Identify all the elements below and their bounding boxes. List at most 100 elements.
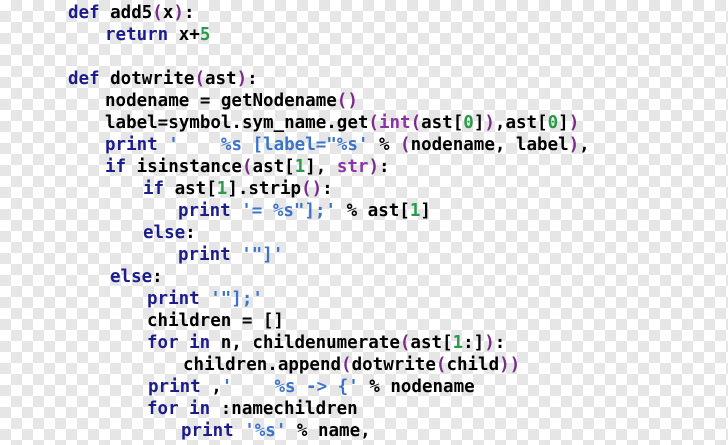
code-token: print: [178, 245, 231, 265]
code-token: '"];': [199, 289, 263, 309]
code-token: '%s': [233, 421, 297, 441]
code-line: label=symbol.sym_name.get(int(ast[0]),as…: [105, 112, 579, 134]
code-line: for in :namechildren: [147, 398, 358, 420]
code-token: (: [410, 113, 422, 133]
code-token: :: [247, 69, 258, 89]
code-token: ast[: [421, 113, 464, 133]
code-line: def add5(x):: [68, 2, 194, 24]
code-token: :: [494, 333, 506, 353]
code-token: '= %s"];': [230, 201, 347, 221]
code-token: in: [178, 399, 211, 419]
code-token: print: [148, 377, 201, 397]
code-token: 1: [216, 179, 228, 199]
code-token: ' %s -> {': [221, 377, 370, 397]
code-token: (): [336, 91, 358, 111]
code-token: ): [236, 69, 248, 89]
code-token: ): [173, 3, 184, 23]
code-token: :]: [463, 333, 485, 353]
code-token: ]: [420, 201, 431, 221]
code-token: (: [400, 135, 411, 155]
code-token: :: [152, 267, 163, 287]
code-token: ,ast[: [494, 113, 548, 133]
code-line: print '%s' % name,: [181, 420, 371, 442]
code-token: x: [162, 3, 174, 23]
code-token: 5: [199, 25, 211, 45]
code-token: ast[: [410, 333, 453, 353]
code-token: print: [178, 201, 231, 221]
code-token: (: [241, 157, 253, 177]
code-line: children = []: [147, 310, 284, 332]
code-token: print: [181, 421, 234, 441]
code-token: children = []: [147, 311, 284, 331]
code-token: nodename = getNodename: [105, 91, 337, 111]
code-token: if: [143, 179, 165, 199]
code-line: children.append(dotwrite(child)): [183, 354, 520, 376]
code-token: :: [183, 3, 195, 23]
code-token: ' %s [label="%s': [157, 135, 379, 155]
code-token: dotwrite: [99, 69, 195, 89]
code-token: '"]': [230, 245, 284, 265]
code-token: for: [147, 333, 179, 353]
code-token: isinstance: [126, 157, 242, 177]
code-token: ,: [579, 135, 590, 155]
code-token: :: [322, 179, 333, 199]
code-line: print '= %s"];' % ast[1]: [178, 200, 431, 222]
code-token: if: [105, 157, 127, 177]
code-token: )): [499, 355, 521, 375]
code-token: return: [105, 25, 169, 45]
code-token: ): [368, 157, 379, 177]
code-token: 0: [463, 113, 474, 133]
code-token: ): [484, 113, 495, 133]
code-token: ast[: [252, 157, 295, 177]
code-token: str: [336, 157, 369, 177]
code-line: for in n, childenumerate(ast[1:]):: [147, 332, 505, 354]
code-token: in: [178, 333, 211, 353]
code-line: nodename = getNodename(): [105, 90, 358, 112]
code-line: print ' %s [label="%s' % (nodename, labe…: [105, 134, 590, 156]
code-token: for: [147, 399, 179, 419]
code-token: ]: [473, 113, 485, 133]
code-token: ): [568, 135, 580, 155]
code-token: def: [68, 3, 100, 23]
code-line: else:: [143, 222, 196, 244]
code-token: %: [378, 135, 401, 155]
code-token: int: [378, 113, 411, 133]
code-token: :: [185, 223, 196, 243]
code-line: print ,' %s -> {' % nodename: [148, 376, 475, 398]
code-token: (: [435, 355, 447, 375]
code-token: 1: [409, 201, 421, 221]
code-listing: def add5(x): return x+5 def dotwrite(ast):…: [0, 0, 728, 445]
code-token: ]: [558, 113, 569, 133]
code-line: if ast[1].strip():: [143, 178, 333, 200]
code-token: (): [301, 179, 323, 199]
code-token: % name,: [296, 421, 371, 441]
code-token: ,: [200, 377, 222, 397]
code-token: ].strip: [227, 179, 302, 199]
code-line: if isinstance(ast[1], str):: [105, 156, 390, 178]
code-token: (: [368, 113, 379, 133]
code-token: else: [110, 267, 153, 287]
code-token: (: [399, 333, 411, 353]
code-token: else: [143, 223, 186, 243]
code-token: :namechildren: [210, 399, 358, 419]
code-token: child: [446, 355, 500, 375]
code-token: ast: [204, 69, 237, 89]
code-line: def dotwrite(ast):: [68, 68, 258, 90]
code-token: (: [152, 3, 163, 23]
code-token: 1: [452, 333, 464, 353]
code-line: return x+5: [105, 24, 210, 46]
code-token: ],: [305, 157, 337, 177]
code-token: children.append: [183, 355, 342, 375]
code-token: ast[: [164, 179, 217, 199]
code-token: ): [484, 333, 495, 353]
code-token: 0: [547, 113, 559, 133]
code-token: print: [147, 289, 200, 309]
code-token: print: [105, 135, 158, 155]
code-token: :: [379, 157, 390, 177]
code-token: dotwrite: [351, 355, 436, 375]
code-token: n, childenumerate: [210, 333, 400, 353]
code-token: ): [568, 113, 580, 133]
code-token: % nodename: [369, 377, 475, 397]
code-token: nodename, label: [410, 135, 569, 155]
code-line: else:: [110, 266, 163, 288]
